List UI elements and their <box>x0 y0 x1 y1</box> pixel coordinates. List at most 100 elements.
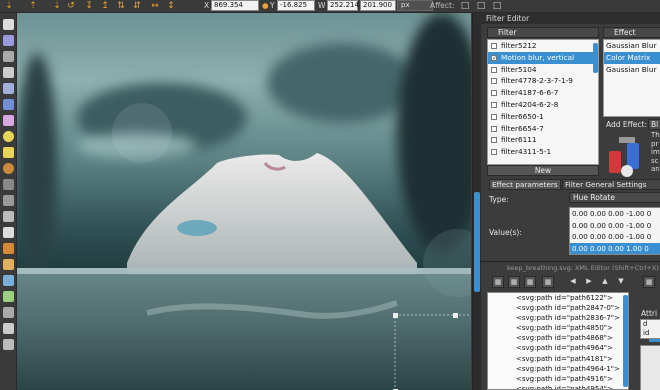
affect-corners-icon[interactable]: □ <box>476 1 486 11</box>
xml-tree-scroll-thumb[interactable] <box>623 295 628 387</box>
attribute-name[interactable]: id <box>641 329 660 338</box>
dropper-tool-icon[interactable] <box>3 323 14 334</box>
attribute-list[interactable]: d id <box>640 319 660 339</box>
new-filter-button[interactable]: New <box>487 165 599 176</box>
filter-checkbox[interactable] <box>491 113 497 120</box>
lock-icon[interactable]: ● <box>262 1 269 11</box>
effect-list[interactable]: Gaussian Blur Color Matrix Gaussian Blur <box>603 39 660 117</box>
xml-node[interactable]: <svg:path id="path4850"> <box>488 323 628 333</box>
move-down-icon[interactable]: ↧ <box>84 1 94 11</box>
w-field[interactable]: 252.214 <box>327 0 359 11</box>
tweak-tool-icon[interactable] <box>3 51 14 62</box>
bucket-tool-icon[interactable] <box>3 275 14 286</box>
filter-checkbox[interactable] <box>491 137 497 144</box>
zoom-tool-icon[interactable] <box>3 67 14 78</box>
delete-node-icon[interactable]: ▦ <box>542 276 554 288</box>
attribute-value-editor[interactable] <box>640 345 660 390</box>
filter-list-item[interactable]: ✓ Motion blur, vertical <box>488 51 598 64</box>
affect-stroke-icon[interactable]: □ <box>460 1 470 11</box>
dock-scrollbar[interactable] <box>473 24 481 390</box>
filter-checkbox[interactable] <box>491 78 497 85</box>
new-element-node-icon[interactable]: ▦ <box>492 276 504 288</box>
filter-list-item[interactable]: filter5212 <box>488 40 598 52</box>
lower-node-icon[interactable]: ▼ <box>615 276 627 288</box>
sort-icon[interactable]: ⇅ <box>116 1 126 11</box>
arrow-down-icon[interactable]: ⇣ <box>4 1 14 11</box>
filter-checkbox[interactable]: ✓ <box>491 54 497 62</box>
filter-checkbox[interactable] <box>491 43 497 49</box>
matrix-row[interactable]: 0.00 0.00 0.00 -1.00 0 <box>570 208 660 220</box>
xml-node[interactable]: <svg:path id="path4916"> <box>488 374 628 384</box>
calligraphy-tool-icon[interactable] <box>3 211 14 222</box>
xml-node[interactable]: <svg:path id="path6122"> <box>488 293 628 303</box>
rotate-icon[interactable]: ↺ <box>66 1 76 11</box>
raise-icon[interactable]: ⇡ <box>28 1 38 11</box>
filter-checkbox[interactable] <box>491 125 497 132</box>
x-field[interactable]: 869.354 <box>211 0 259 11</box>
affect-gradient-icon[interactable]: □ <box>492 1 502 11</box>
effect-list-item[interactable]: Gaussian Blur <box>604 40 660 52</box>
xml-node-tree[interactable]: <svg:path id="path6122"> <svg:path id="pa… <box>487 292 629 390</box>
mesh-tool-icon[interactable] <box>3 307 14 318</box>
connector-tool-icon[interactable] <box>3 339 14 350</box>
selector-tool-icon[interactable] <box>3 19 14 30</box>
pen-tool-icon[interactable] <box>3 195 14 206</box>
xml-node[interactable]: <svg:path id="path2836-7"> <box>488 313 628 323</box>
effect-list-item[interactable]: Gaussian Blur <box>604 64 660 76</box>
filter-header[interactable]: Filter <box>487 27 599 38</box>
h-field[interactable]: 201.900 <box>360 0 396 11</box>
effect-header[interactable]: Effect <box>603 27 660 38</box>
gradient-tool-icon[interactable] <box>3 291 14 302</box>
raise-node-icon[interactable]: ▲ <box>599 276 611 288</box>
filter-list[interactable]: filter5212 ✓ Motion blur, vertical filter51… <box>487 39 599 165</box>
filter-list-item[interactable]: filter4778-2-3-7-1-9 <box>488 75 598 87</box>
lower-icon[interactable]: ⇣ <box>52 1 62 11</box>
color-matrix-grid[interactable]: 0.00 0.00 0.00 -1.00 0 0.00 0.00 0.00 -1.… <box>569 207 660 255</box>
effect-list-item[interactable]: Color Matrix <box>604 51 660 64</box>
filter-list-item[interactable]: filter4187-6-6-7 <box>488 87 598 99</box>
tab-effect-parameters[interactable]: Effect parameters <box>489 179 561 190</box>
measure-tool-icon[interactable] <box>3 83 14 94</box>
scroll-thumb[interactable] <box>474 192 480 292</box>
xml-node[interactable]: <svg:path id="path4964"> <box>488 343 628 353</box>
attribute-toolbar-icon[interactable]: ▦ <box>643 276 655 288</box>
filter-list-item[interactable]: filter5104 <box>488 64 598 76</box>
add-effect-select[interactable]: Bl <box>648 119 660 130</box>
attribute-scroll-indicator[interactable] <box>649 339 660 342</box>
spray-tool-icon[interactable] <box>3 243 14 254</box>
swap-icon[interactable]: ⇵ <box>132 1 142 11</box>
xml-node[interactable]: <svg:path id="path4181"> <box>488 354 628 364</box>
matrix-row[interactable]: 0.00 0.00 0.00 -1.00 0 <box>570 220 660 232</box>
filter-list-item[interactable]: filter6111 <box>488 134 598 146</box>
star-tool-icon[interactable] <box>3 147 14 158</box>
node-tool-icon[interactable] <box>3 35 14 46</box>
flip-icon[interactable]: ↔ <box>150 1 160 11</box>
filter-list-scroll-thumb[interactable] <box>593 43 598 73</box>
filter-checkbox[interactable] <box>491 66 497 73</box>
flip-vertical-icon[interactable]: ↕ <box>166 1 176 11</box>
xml-node[interactable]: <svg:path id="path4964-1"> <box>488 364 628 374</box>
attribute-name[interactable]: d <box>641 320 660 329</box>
xml-node[interactable]: <svg:path id="path4954"> <box>488 384 628 389</box>
spiral-tool-icon[interactable] <box>3 163 14 174</box>
ellipse-tool-icon[interactable] <box>3 131 14 142</box>
unindent-node-icon[interactable]: ◀ <box>567 276 579 288</box>
new-text-node-icon[interactable]: ▦ <box>508 276 520 288</box>
text-tool-icon[interactable] <box>3 227 14 238</box>
filter-checkbox[interactable] <box>491 101 497 108</box>
duplicate-node-icon[interactable]: ▦ <box>524 276 536 288</box>
move-up-icon[interactable]: ↥ <box>100 1 110 11</box>
filter-checkbox[interactable] <box>491 90 497 97</box>
rectangle-tool-icon[interactable] <box>3 99 14 110</box>
unit-select[interactable]: px <box>397 0 433 11</box>
y-field[interactable]: -16.825 <box>277 0 315 11</box>
xml-node[interactable]: <svg:path id="path2847-0"> <box>488 303 628 313</box>
indent-node-icon[interactable]: ▶ <box>583 276 595 288</box>
matrix-row[interactable]: 0.00 0.00 0.00 -1.00 0 <box>570 231 660 243</box>
eraser-tool-icon[interactable] <box>3 259 14 270</box>
box3d-tool-icon[interactable] <box>3 115 14 126</box>
filter-list-item[interactable]: filter4204-6-2-8 <box>488 99 598 111</box>
filter-checkbox[interactable] <box>491 149 497 156</box>
xml-node[interactable]: <svg:path id="path4868"> <box>488 333 628 343</box>
pencil-tool-icon[interactable] <box>3 179 14 190</box>
